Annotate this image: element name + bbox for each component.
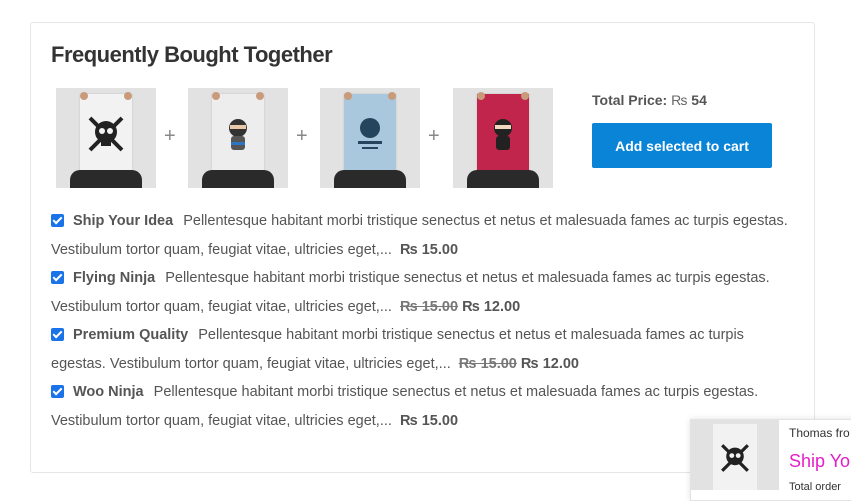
notification-customer: Thomas fro xyxy=(789,426,850,440)
item-name[interactable]: Premium Quality xyxy=(73,327,188,343)
plus-separator: + xyxy=(296,125,308,147)
skull-poster-icon xyxy=(721,444,749,472)
item-checkbox[interactable] xyxy=(51,271,64,284)
total-price: Total Price: ₨ 54 xyxy=(592,92,707,108)
product-thumb-3[interactable] xyxy=(320,88,420,188)
item-old-price: ₨ 15.00 xyxy=(399,298,459,315)
skull-poster-icon xyxy=(88,116,124,152)
list-item: Flying Ninja Pellentesque habitant morbi… xyxy=(51,264,796,321)
list-item: Premium Quality Pellentesque habitant mo… xyxy=(51,321,796,378)
notification-order-info: Total order xyxy=(789,481,841,493)
item-price: ₨ 15.00 xyxy=(399,412,459,429)
item-checkbox[interactable] xyxy=(51,214,64,227)
item-name[interactable]: Flying Ninja xyxy=(73,270,155,286)
item-name[interactable]: Woo Ninja xyxy=(73,384,144,400)
item-name[interactable]: Ship Your Idea xyxy=(73,213,173,229)
currency-symbol: ₨ xyxy=(671,92,688,108)
list-item: Woo Ninja Pellentesque habitant morbi tr… xyxy=(51,378,796,435)
notification-product-link[interactable]: Ship You xyxy=(789,451,851,472)
product-list: Ship Your Idea Pellentesque habitant mor… xyxy=(51,207,796,435)
item-checkbox[interactable] xyxy=(51,385,64,398)
notification-product-image xyxy=(691,420,779,490)
total-price-amount: 54 xyxy=(691,92,707,108)
add-selected-to-cart-button[interactable]: Add selected to cart xyxy=(592,123,772,168)
plus-separator: + xyxy=(164,125,176,147)
section-title: Frequently Bought Together xyxy=(51,42,333,67)
product-thumb-1[interactable] xyxy=(56,88,156,188)
item-checkbox[interactable] xyxy=(51,328,64,341)
total-price-label: Total Price: xyxy=(592,92,668,108)
product-thumb-4[interactable] xyxy=(453,88,553,188)
ninja-poster-icon xyxy=(494,119,512,150)
item-price: ₨ 15.00 xyxy=(399,241,459,258)
sales-notification-popup[interactable]: Thomas fro Ship You Total order xyxy=(690,419,851,501)
item-price: ₨ 12.00 xyxy=(520,355,579,372)
item-old-price: ₨ 15.00 xyxy=(458,355,517,372)
plus-separator: + xyxy=(428,125,440,147)
ninja-poster-icon xyxy=(229,119,247,150)
list-item: Ship Your Idea Pellentesque habitant mor… xyxy=(51,207,796,264)
product-thumb-2[interactable] xyxy=(188,88,288,188)
item-price: ₨ 12.00 xyxy=(462,298,521,315)
premium-poster-icon xyxy=(358,118,382,149)
